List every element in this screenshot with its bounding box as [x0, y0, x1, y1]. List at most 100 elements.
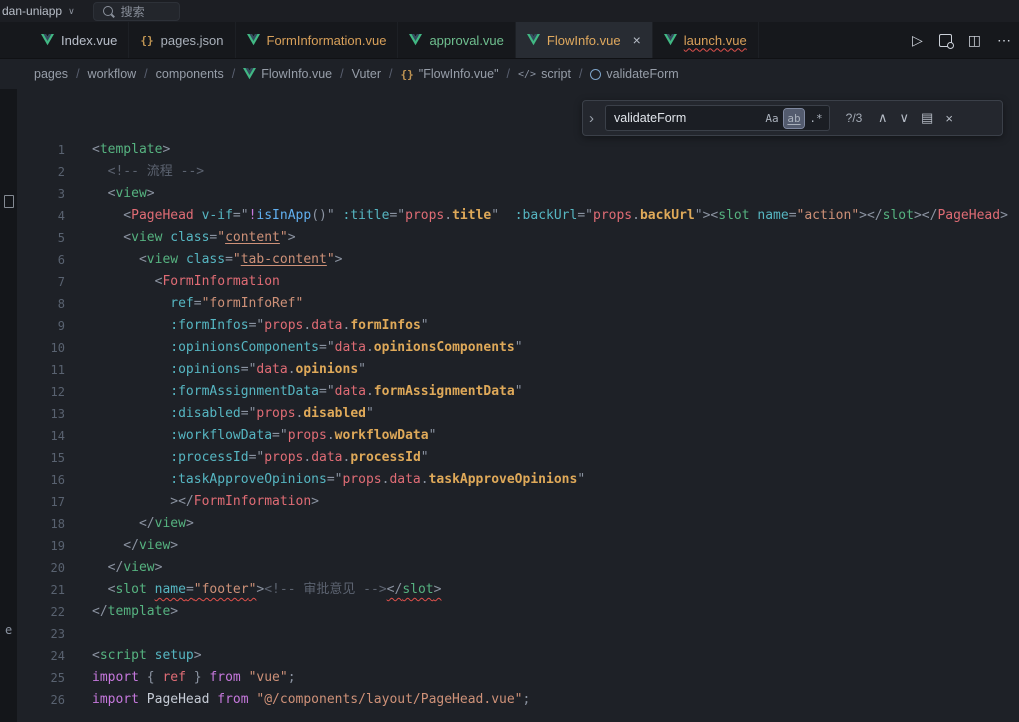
tab-label: Index.vue	[61, 33, 117, 48]
code-line: 14 :workflowData="props.workflowData"	[0, 425, 1019, 447]
close-icon[interactable]: ×	[945, 111, 953, 126]
code-line-content: <script setup>	[65, 645, 202, 667]
breadcrumb-item[interactable]: {} "FlowInfo.vue"	[401, 67, 499, 81]
code-line-content: </view>	[65, 513, 194, 535]
tab-label: pages.json	[161, 33, 224, 48]
breadcrumb-label: components	[156, 67, 224, 81]
tab-strip: Index.vue {} pages.json FormInformation.vue…	[30, 22, 759, 58]
expand-replace-icon[interactable]: ›	[586, 110, 597, 127]
find-previous-icon[interactable]: ∧	[878, 110, 888, 126]
vue-icon	[41, 34, 54, 46]
breadcrumb-item[interactable]: validateForm	[590, 67, 678, 81]
whole-word-toggle[interactable]: ab	[784, 109, 804, 128]
tab-index-vue[interactable]: Index.vue	[30, 22, 129, 58]
tab-approval-vue[interactable]: approval.vue	[398, 22, 515, 58]
breadcrumb-item[interactable]: pages	[34, 67, 68, 81]
code-line-content: <slot name="footer"><!-- 审批意见 --></slot>	[65, 579, 441, 601]
code-line: 19 </view>	[0, 535, 1019, 557]
code-line-content: :taskApproveOpinions="props.data.taskApp…	[65, 469, 585, 491]
code-line: 4 <PageHead v-if="!isInApp()" :title="pr…	[0, 205, 1019, 227]
code-line: 6 <view class="tab-content">	[0, 249, 1019, 271]
breadcrumb-label: FlowInfo.vue	[261, 67, 332, 81]
editor-actions: ▷ ◫ ⋯	[912, 22, 1019, 58]
search-editor-icon[interactable]	[939, 34, 952, 47]
breadcrumb-item[interactable]: components	[156, 67, 224, 81]
vue-icon	[664, 34, 677, 46]
tab-bar: Index.vue {} pages.json FormInformation.vue…	[0, 22, 1019, 59]
json-braces-icon: {}	[140, 34, 153, 47]
tab-label: launch.vue	[684, 33, 747, 48]
code-line-content: <view>	[65, 183, 155, 205]
breadcrumb-label: pages	[34, 67, 68, 81]
code-line: 13 :disabled="props.disabled"	[0, 403, 1019, 425]
code-section-icon: </>	[518, 69, 536, 80]
tab-forminformation-vue[interactable]: FormInformation.vue	[236, 22, 399, 58]
breadcrumb-separator: /	[389, 67, 392, 81]
breadcrumb-item[interactable]: </> script	[518, 67, 571, 81]
breadcrumb-label: script	[541, 67, 571, 81]
find-results-count: ?/3	[838, 111, 870, 125]
breadcrumb-separator: /	[76, 67, 79, 81]
code-line: 11 :opinions="data.opinions"	[0, 359, 1019, 381]
code-line: 26import PageHead from "@/components/lay…	[0, 689, 1019, 711]
close-icon[interactable]: ×	[633, 33, 641, 47]
tab-label: FlowInfo.vue	[547, 33, 621, 48]
breadcrumb-label: workflow	[88, 67, 137, 81]
vue-icon	[409, 34, 422, 46]
sidebar-fragment-text: e	[5, 623, 12, 637]
code-line-content: ></FormInformation>	[65, 491, 319, 513]
code-line-content	[65, 623, 92, 645]
more-actions-icon[interactable]: ⋯	[997, 32, 1011, 49]
global-search[interactable]: 搜索	[93, 2, 180, 21]
code-line: 9 :formInfos="props.data.formInfos"	[0, 315, 1019, 337]
code-line: 12 :formAssignmentData="data.formAssignm…	[0, 381, 1019, 403]
tab-label: FormInformation.vue	[267, 33, 387, 48]
code-line-content: :formInfos="props.data.formInfos"	[65, 315, 429, 337]
json-braces-icon: {}	[401, 68, 414, 81]
run-icon[interactable]: ▷	[912, 32, 923, 49]
vue-icon	[243, 68, 256, 80]
find-nav: ∧ ∨ ▤ ×	[878, 110, 953, 126]
tab-launch-vue[interactable]: launch.vue	[653, 22, 759, 58]
code-line: 18 </view>	[0, 513, 1019, 535]
code-area[interactable]: 1<template>2 <!-- 流程 -->3 <view>4 <PageH…	[0, 89, 1019, 711]
tab-flowinfo-vue[interactable]: FlowInfo.vue ×	[516, 22, 653, 58]
code-line-content: :opinionsComponents="data.opinionsCompon…	[65, 337, 523, 359]
code-line: 7 <FormInformation	[0, 271, 1019, 293]
regex-toggle[interactable]: .*	[806, 109, 826, 128]
code-line-content: <FormInformation	[65, 271, 280, 293]
match-case-toggle[interactable]: Aa	[762, 109, 782, 128]
left-strip: e	[0, 89, 17, 722]
breadcrumb: pages / workflow / components / FlowInfo.vue / V…	[0, 59, 1019, 89]
project-menu[interactable]: dan-uniapp ∨	[0, 4, 75, 18]
code-line-content: <view class="tab-content">	[65, 249, 342, 271]
code-line: 21 <slot name="footer"><!-- 审批意见 --></sl…	[0, 579, 1019, 601]
breadcrumb-label: Vuter	[352, 67, 381, 81]
search-icon	[103, 6, 113, 16]
code-line-content: :workflowData="props.workflowData"	[65, 425, 436, 447]
code-line-content: ref="formInfoRef"	[65, 293, 303, 315]
vue-icon	[527, 34, 540, 46]
find-in-selection-icon[interactable]: ▤	[921, 110, 933, 126]
code-line-content: <view class="content">	[65, 227, 296, 249]
breadcrumb-item[interactable]: Vuter	[352, 67, 381, 81]
breadcrumb-separator: /	[507, 67, 510, 81]
find-next-icon[interactable]: ∨	[900, 110, 910, 126]
tab-pages-json[interactable]: {} pages.json	[129, 22, 235, 58]
title-bar: dan-uniapp ∨ 搜索	[0, 0, 1019, 22]
split-editor-icon[interactable]: ◫	[968, 32, 981, 49]
code-line-content: :formAssignmentData="data.formAssignment…	[65, 381, 523, 403]
find-input[interactable]: validateForm Aa ab .*	[605, 105, 830, 131]
breadcrumb-label: "FlowInfo.vue"	[419, 67, 499, 81]
breadcrumb-item[interactable]: FlowInfo.vue	[243, 67, 332, 81]
find-toggles: Aa ab .*	[762, 109, 826, 128]
find-widget: › validateForm Aa ab .* ?/3 ∧ ∨ ▤ ×	[582, 100, 1003, 136]
code-line-content: import { ref } from "vue";	[65, 667, 296, 689]
tab-label: approval.vue	[429, 33, 503, 48]
code-line: 3 <view>	[0, 183, 1019, 205]
breadcrumb-separator: /	[579, 67, 582, 81]
breadcrumb-item[interactable]: workflow	[88, 67, 137, 81]
code-line: 2 <!-- 流程 -->	[0, 161, 1019, 183]
editor[interactable]: e › validateForm Aa ab .* ?/3 ∧ ∨ ▤ × 1<…	[0, 89, 1019, 722]
code-line-content: :processId="props.data.processId"	[65, 447, 429, 469]
